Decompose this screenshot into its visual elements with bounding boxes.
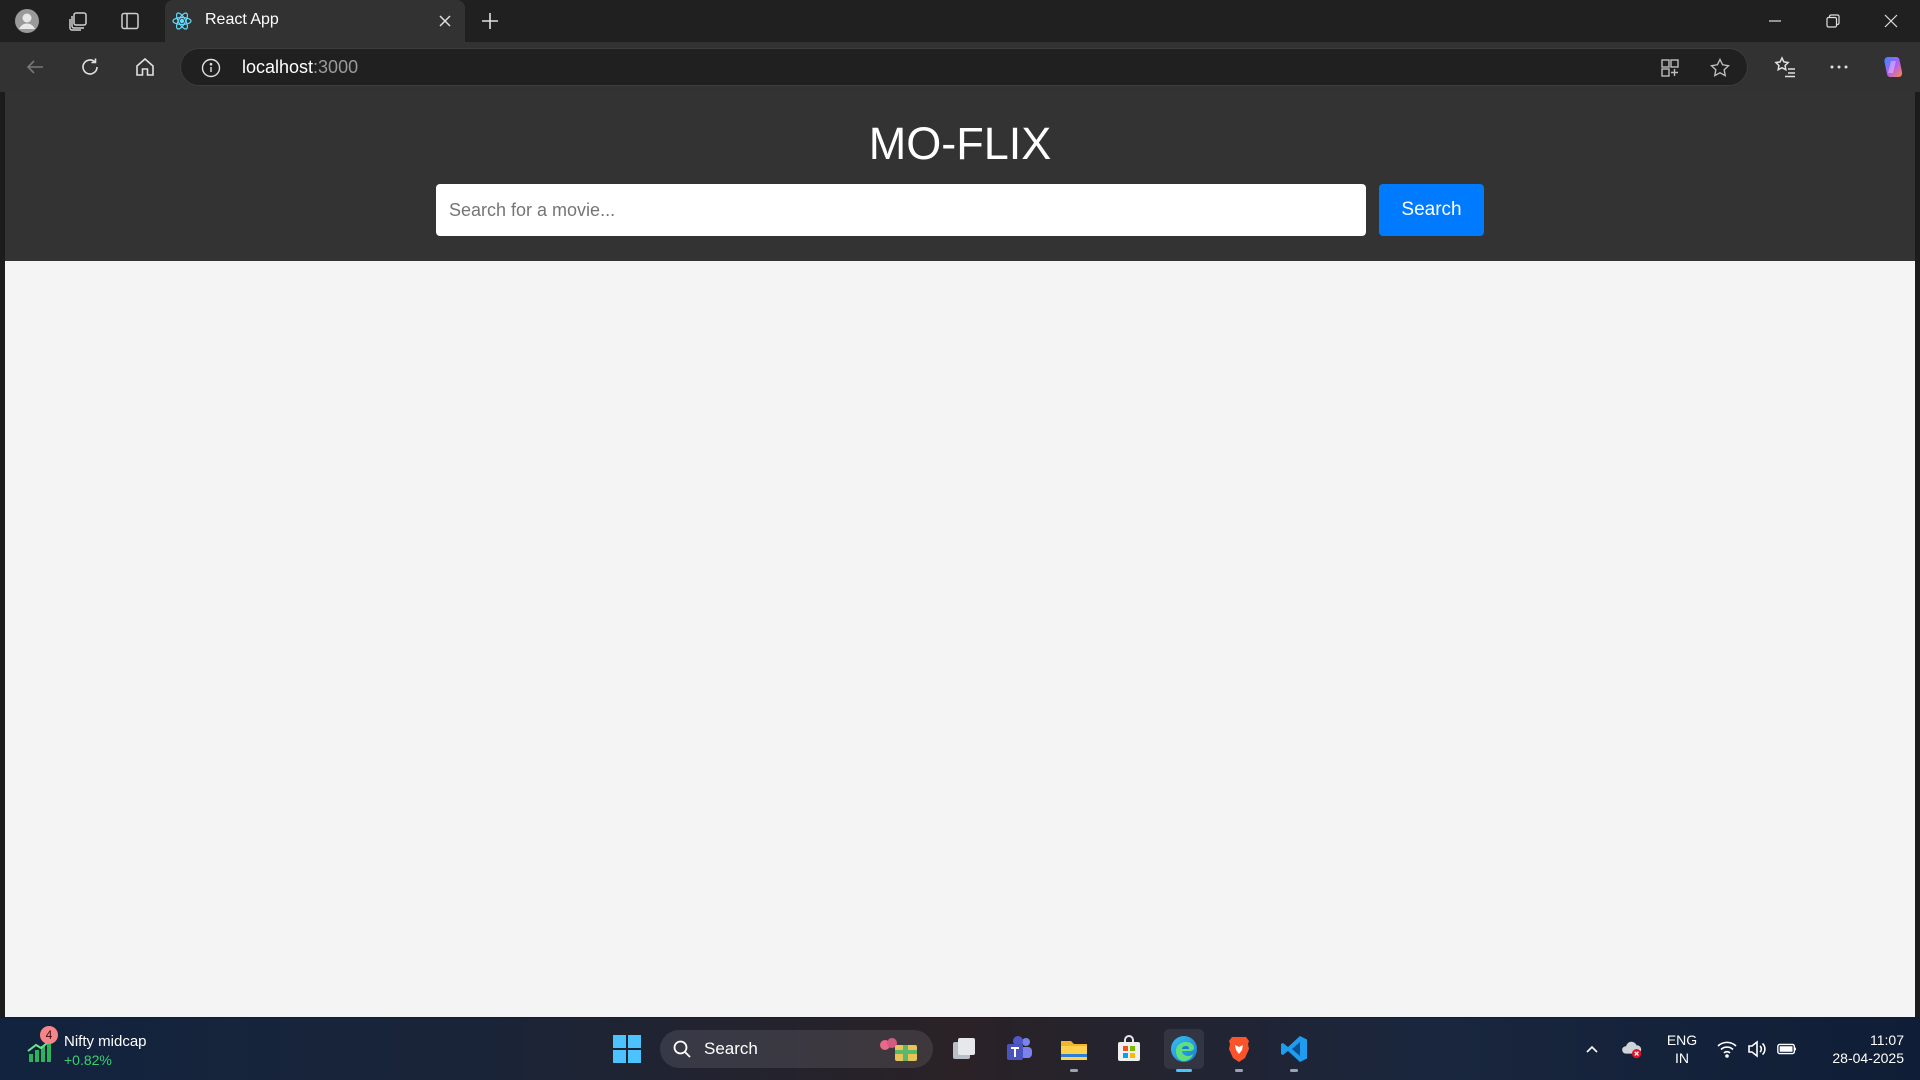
url-port: :3000 bbox=[313, 57, 359, 77]
page-viewport: MO-FLIX Search bbox=[5, 92, 1915, 1017]
search-icon bbox=[672, 1039, 692, 1059]
new-tab-icon[interactable] bbox=[478, 9, 502, 33]
app-header: MO-FLIX Search bbox=[5, 92, 1915, 261]
active-indicator bbox=[1176, 1069, 1192, 1072]
language-region: IN bbox=[1675, 1050, 1689, 1066]
edge-browser-icon[interactable] bbox=[1164, 1029, 1204, 1072]
back-arrow-icon[interactable] bbox=[22, 54, 48, 80]
system-clock[interactable]: 11:07 28-04-2025 bbox=[1808, 1031, 1904, 1067]
clock-date: 28-04-2025 bbox=[1832, 1050, 1904, 1066]
battery-icon[interactable] bbox=[1776, 1038, 1798, 1060]
onedrive-error-icon[interactable] bbox=[1621, 1038, 1643, 1060]
microsoft-store-icon[interactable] bbox=[1109, 1029, 1149, 1069]
close-window-icon[interactable] bbox=[1868, 8, 1914, 34]
notification-badge: 4 bbox=[40, 1026, 58, 1044]
react-logo-icon bbox=[171, 10, 193, 32]
vscode-icon[interactable] bbox=[1274, 1029, 1314, 1072]
windows-taskbar: 4 Nifty midcap +0.82% Search ENG IN 11:0… bbox=[0, 1018, 1920, 1080]
language-indicator[interactable]: ENG IN bbox=[1662, 1031, 1702, 1067]
search-button[interactable]: Search bbox=[1379, 184, 1484, 236]
volume-icon[interactable] bbox=[1746, 1038, 1768, 1060]
tab-close-icon[interactable] bbox=[435, 11, 455, 31]
brave-browser-icon[interactable] bbox=[1219, 1029, 1259, 1072]
url-host: localhost bbox=[242, 57, 314, 77]
taskbar-search[interactable]: Search bbox=[660, 1030, 933, 1068]
running-indicator bbox=[1235, 1069, 1243, 1072]
vertical-tabs-icon[interactable] bbox=[117, 8, 143, 34]
show-hidden-icons-chevron-icon[interactable] bbox=[1581, 1038, 1603, 1060]
teams-icon[interactable] bbox=[999, 1029, 1039, 1069]
widget-title: Nifty midcap bbox=[64, 1033, 147, 1050]
workspaces-icon[interactable] bbox=[65, 8, 91, 34]
clock-time: 11:07 bbox=[1870, 1032, 1904, 1048]
site-info-icon[interactable] bbox=[201, 58, 221, 78]
restore-icon[interactable] bbox=[1810, 8, 1856, 34]
running-indicator bbox=[1290, 1069, 1298, 1072]
running-indicator bbox=[1070, 1069, 1078, 1072]
refresh-icon[interactable] bbox=[77, 54, 103, 80]
favorite-star-icon[interactable] bbox=[1709, 57, 1731, 79]
market-widget[interactable]: 4 Nifty midcap +0.82% bbox=[22, 1026, 182, 1072]
address-bar[interactable]: localhost:3000 bbox=[180, 48, 1748, 86]
task-view-icon[interactable] bbox=[944, 1029, 984, 1069]
browser-toolbar: localhost:3000 bbox=[0, 42, 1920, 92]
more-options-icon[interactable] bbox=[1826, 54, 1852, 80]
tab-title: React App bbox=[205, 11, 279, 28]
start-button[interactable] bbox=[607, 1029, 647, 1069]
tab-react-app[interactable]: React App bbox=[165, 0, 465, 42]
taskbar-search-label: Search bbox=[704, 1039, 758, 1058]
movie-search-input[interactable] bbox=[436, 184, 1366, 236]
url-text[interactable]: localhost:3000 bbox=[242, 57, 358, 78]
profile-avatar-icon[interactable] bbox=[14, 8, 40, 34]
wifi-icon[interactable] bbox=[1716, 1038, 1738, 1060]
home-icon[interactable] bbox=[132, 54, 158, 80]
widget-value: +0.82% bbox=[64, 1052, 112, 1068]
favorites-list-icon[interactable] bbox=[1772, 54, 1798, 80]
copilot-icon[interactable] bbox=[1880, 54, 1906, 80]
search-highlight-icon bbox=[877, 1035, 921, 1063]
language-code: ENG bbox=[1666, 1032, 1698, 1048]
browser-titlebar: React App bbox=[0, 0, 1920, 42]
app-title: MO-FLIX bbox=[868, 118, 1052, 169]
file-explorer-icon[interactable] bbox=[1054, 1029, 1094, 1072]
minimize-icon[interactable] bbox=[1752, 8, 1798, 34]
app-available-icon[interactable] bbox=[1659, 57, 1681, 79]
